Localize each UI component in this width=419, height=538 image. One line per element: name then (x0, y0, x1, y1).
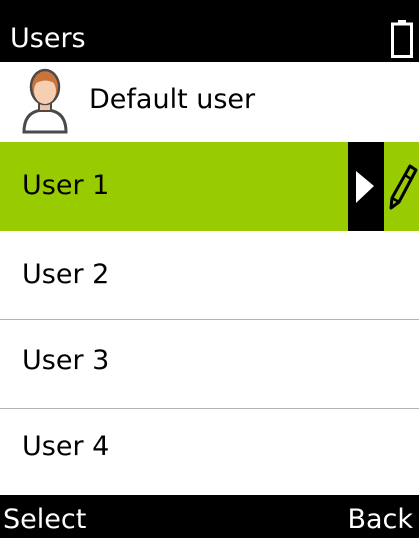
list-item-label: User 2 (22, 259, 110, 290)
list-item-user-4[interactable]: User 4 (0, 409, 419, 495)
list-item-label: User 3 (22, 345, 110, 376)
softkey-bar: Select Back (0, 495, 419, 538)
title-bar: Users (0, 0, 419, 62)
pencil-edit-icon[interactable] (385, 162, 419, 212)
battery-icon (391, 20, 413, 58)
list-item-label: User 1 (22, 170, 110, 201)
default-user-label: Default user (89, 84, 256, 115)
list-item-user-1[interactable]: User 1 (0, 142, 419, 231)
play-arrow-icon (356, 171, 374, 203)
list-item-label: User 4 (22, 431, 110, 462)
default-user-row[interactable]: Default user (0, 62, 419, 142)
phone-screen: Users Default user User 1 User 2 User 3 … (0, 0, 419, 538)
list-item-user-2[interactable]: User 2 (0, 231, 419, 319)
back-softkey[interactable]: Back (347, 503, 413, 537)
person-avatar-icon (22, 68, 68, 134)
open-arrow-button[interactable] (348, 142, 384, 231)
select-softkey[interactable]: Select (3, 503, 86, 537)
page-title: Users (10, 23, 86, 54)
list-item-user-3[interactable]: User 3 (0, 320, 419, 408)
